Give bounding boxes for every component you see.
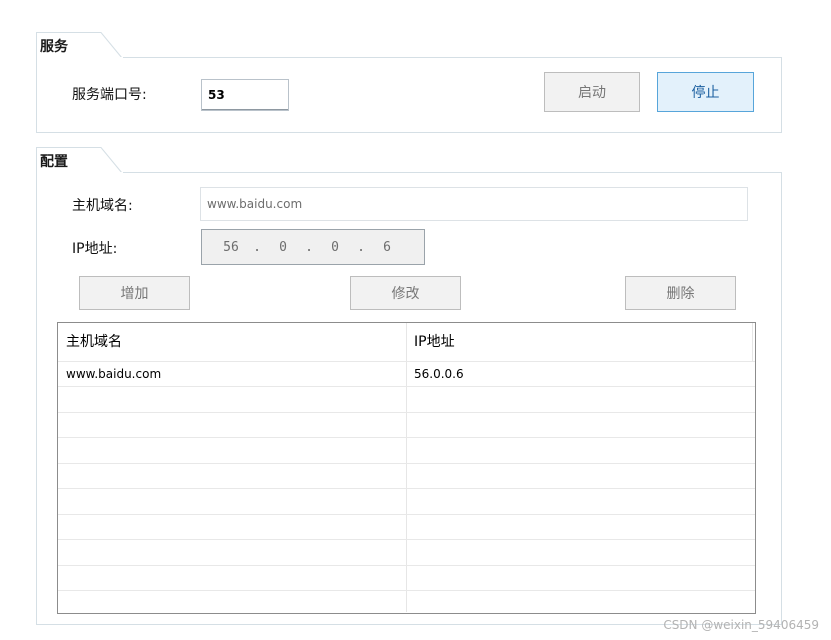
- column-header-ip[interactable]: IP地址: [406, 323, 752, 361]
- table-row[interactable]: [58, 592, 755, 614]
- table-row[interactable]: [58, 566, 755, 591]
- service-group-title: 服务: [40, 39, 68, 55]
- ip-separator: .: [305, 239, 313, 255]
- ip-octet-4[interactable]: 6: [376, 240, 398, 255]
- start-button[interactable]: 启动: [544, 72, 640, 112]
- table-row[interactable]: [58, 439, 755, 464]
- table-row[interactable]: www.baidu.com 56.0.0.6: [58, 362, 755, 387]
- column-header-domain[interactable]: 主机域名: [58, 323, 406, 361]
- host-table[interactable]: 主机域名 IP地址 www.baidu.com 56.0.0.6: [57, 322, 756, 614]
- port-label: 服务端口号:: [72, 87, 147, 103]
- domain-label: 主机域名:: [72, 198, 133, 214]
- ip-label: IP地址:: [72, 241, 118, 257]
- column-divider: [752, 323, 753, 361]
- table-row[interactable]: [58, 490, 755, 515]
- port-input[interactable]: 53: [201, 79, 289, 111]
- cell-ip: 56.0.0.6: [414, 367, 464, 381]
- table-row[interactable]: [58, 515, 755, 540]
- table-row[interactable]: [58, 413, 755, 438]
- ip-octet-2[interactable]: 0: [272, 240, 294, 255]
- ip-separator: .: [357, 239, 365, 255]
- ip-address-input[interactable]: 56 . 0 . 0 . 6: [201, 229, 425, 265]
- delete-button[interactable]: 删除: [625, 276, 736, 310]
- table-row[interactable]: [58, 541, 755, 566]
- ip-octet-1[interactable]: 56: [220, 240, 242, 255]
- ip-octet-3[interactable]: 0: [324, 240, 346, 255]
- cell-domain: www.baidu.com: [66, 367, 162, 381]
- ip-separator: .: [253, 239, 261, 255]
- stop-button[interactable]: 停止: [657, 72, 754, 112]
- config-group-title: 配置: [40, 154, 68, 170]
- table-row[interactable]: [58, 464, 755, 489]
- table-row[interactable]: [58, 388, 755, 413]
- domain-input[interactable]: www.baidu.com: [200, 187, 748, 221]
- modify-button[interactable]: 修改: [350, 276, 461, 310]
- add-button[interactable]: 增加: [79, 276, 190, 310]
- watermark-text: CSDN @weixin_59406459: [663, 618, 819, 632]
